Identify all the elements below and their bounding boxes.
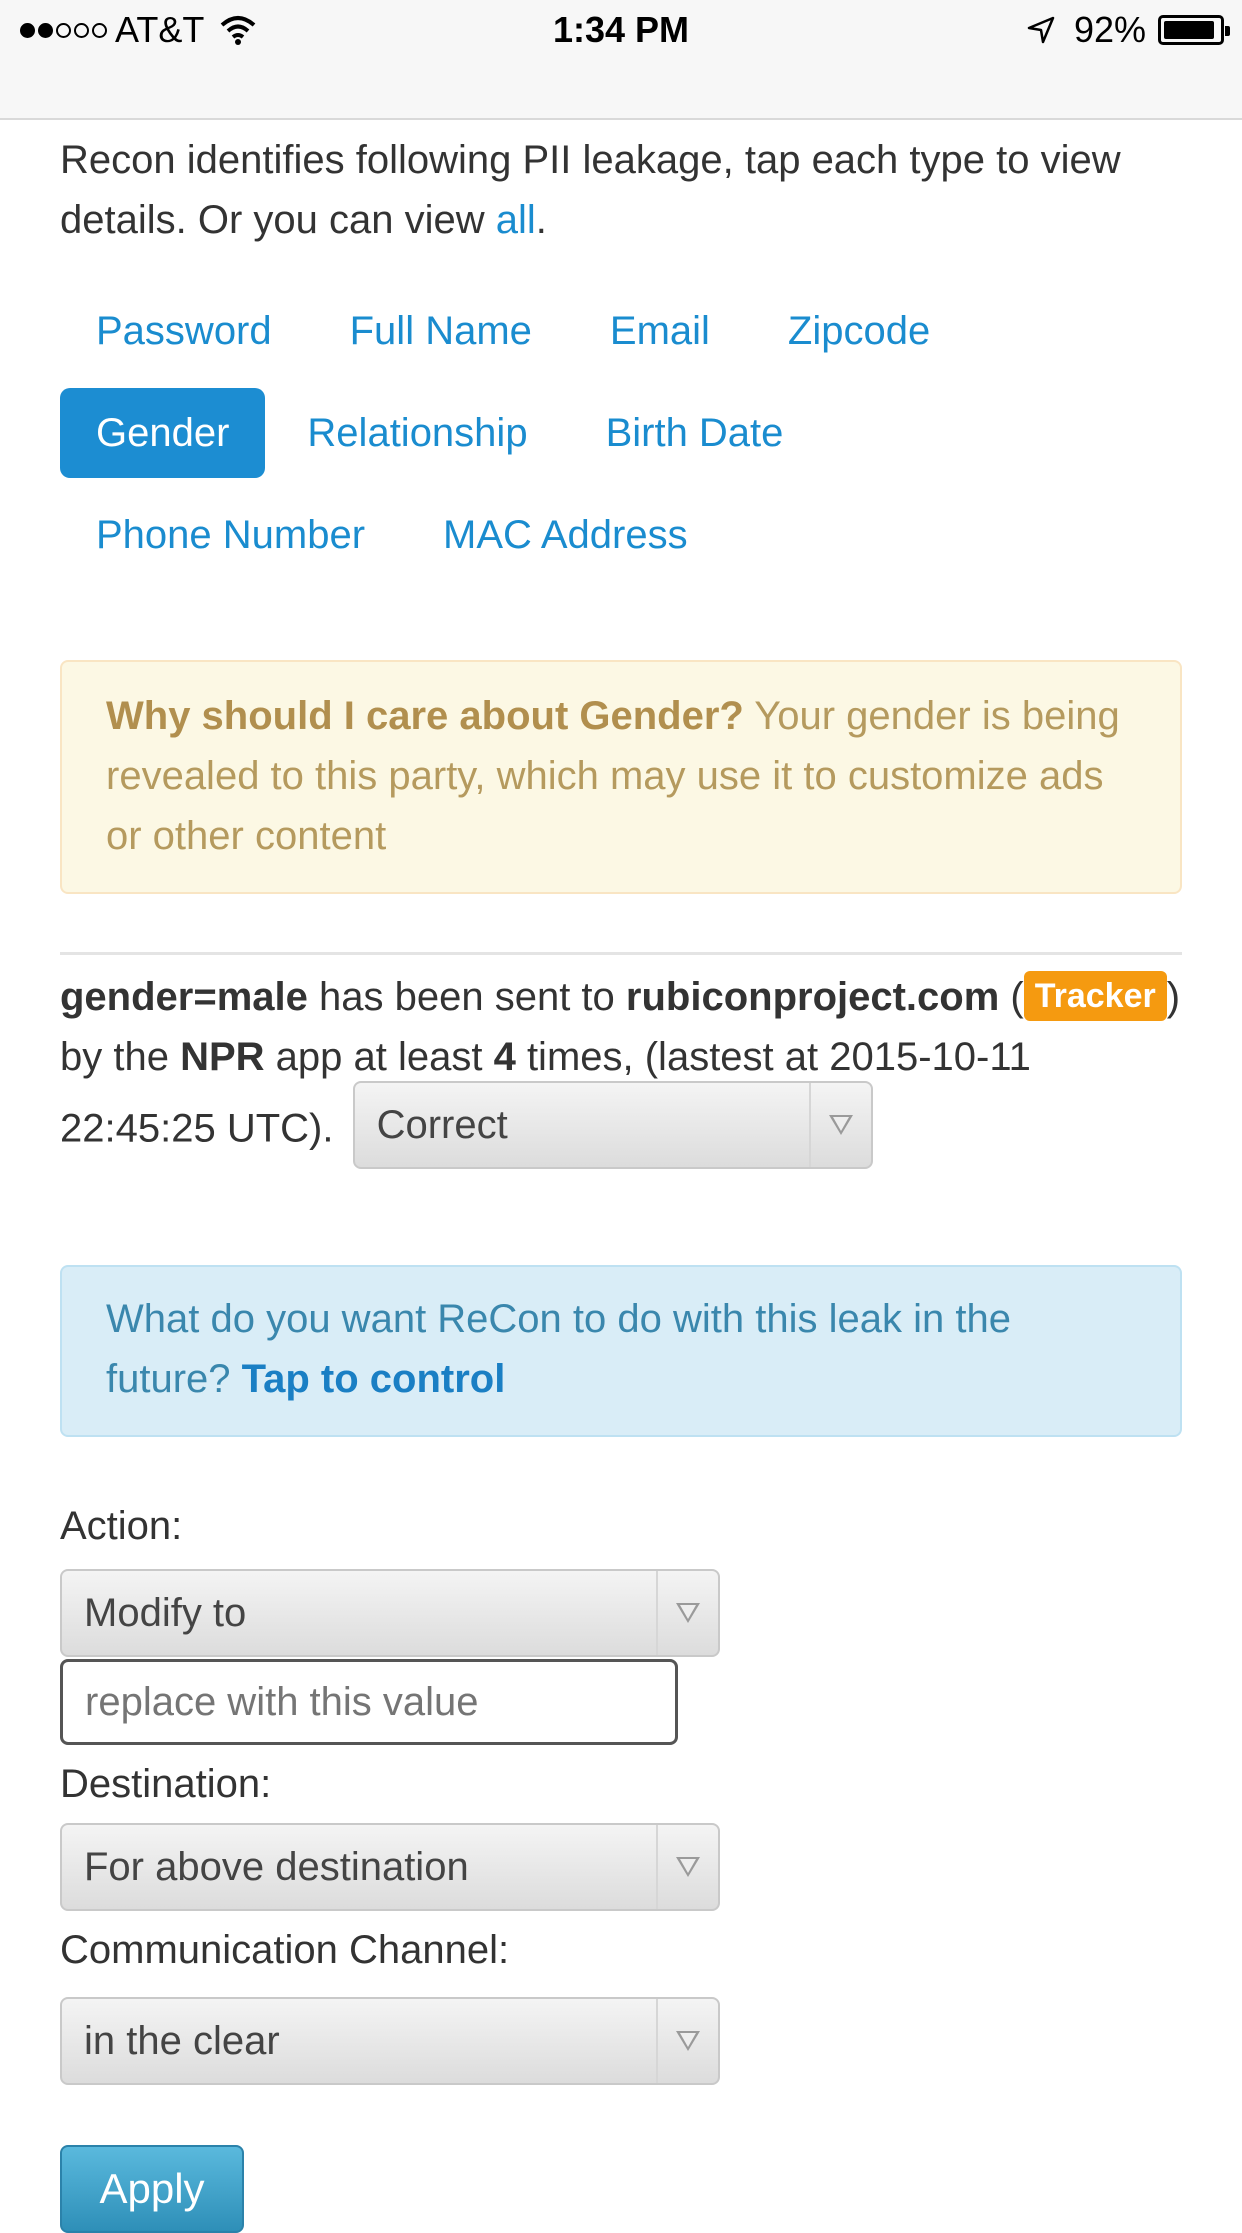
dropdown-arrow-icon: [676, 1857, 700, 1877]
pii-tab-email[interactable]: Email: [574, 286, 746, 376]
destination-select-value: For above destination: [84, 1845, 469, 1889]
intro-text: Recon identifies following PII leakage, …: [60, 130, 1182, 250]
pii-row: Password Full Name Email Zipcode: [60, 286, 1060, 376]
pii-tab-full-name[interactable]: Full Name: [314, 286, 568, 376]
destination-label: Destination:: [60, 1762, 272, 1806]
status-right: 92%: [1026, 8, 1230, 52]
channel-select[interactable]: in the clear: [60, 1997, 720, 2085]
battery-percent: 92%: [1073, 9, 1146, 50]
feedback-select[interactable]: Correct: [352, 1081, 873, 1169]
leak-text: (: [999, 975, 1024, 1019]
channel-select-value: in the clear: [84, 2019, 280, 2063]
dropdown-arrow-icon: [828, 1115, 853, 1135]
action-select-value: Modify to: [84, 1591, 247, 1635]
channel-label: Communication Channel:: [60, 1928, 510, 1972]
divider: [60, 952, 1182, 955]
leak-text: app at least: [264, 1035, 494, 1079]
destination-select-arrow: [656, 1825, 718, 1909]
battery-tip: [1225, 26, 1230, 36]
replace-value-input[interactable]: [60, 1659, 678, 1745]
status-bar: AT&T 1:34 PM 92%: [0, 0, 1242, 120]
apply-button[interactable]: Apply: [60, 2145, 244, 2233]
leak-count: 4: [493, 1035, 516, 1079]
dropdown-arrow-icon: [676, 1603, 700, 1623]
destination-select[interactable]: For above destination: [60, 1823, 720, 1911]
feedback-select-value: Correct: [376, 1103, 508, 1147]
pii-tab-password[interactable]: Password: [60, 286, 308, 376]
action-select[interactable]: Modify to: [60, 1569, 720, 1657]
dropdown-arrow-icon: [676, 2031, 700, 2051]
leak-app: NPR: [180, 1035, 265, 1079]
pii-tab-phone-number[interactable]: Phone Number: [60, 490, 401, 580]
pii-tab-birth-date[interactable]: Birth Date: [570, 388, 820, 478]
pii-row: Gender Relationship Birth Date: [60, 388, 1060, 478]
pii-tab-gender[interactable]: Gender: [60, 388, 266, 478]
pii-tab-zipcode[interactable]: Zipcode: [752, 286, 966, 376]
tracker-badge: Tracker: [1023, 971, 1167, 1022]
view-all-link[interactable]: all: [496, 198, 536, 242]
battery-icon: [1158, 15, 1230, 45]
feedback-select-arrow: [808, 1083, 871, 1167]
leak-domain: rubiconproject.com: [625, 975, 1000, 1019]
pii-type-nav: Password Full Name Email Zipcode Gender Rela…: [60, 286, 1060, 580]
action-label: Action:: [60, 1504, 183, 1548]
location-arrow-icon: [1027, 16, 1055, 44]
leak-description: gender=male has been sent to rubiconproj…: [60, 967, 1182, 1175]
leak-key-value: gender=male: [60, 975, 308, 1019]
pii-tab-mac-address[interactable]: MAC Address: [407, 490, 724, 580]
why-care-alert: Why should I care about Gender? Your gen…: [60, 660, 1182, 894]
action-select-arrow: [656, 1571, 718, 1655]
battery-fill: [1164, 21, 1214, 39]
intro-suffix: .: [535, 198, 547, 242]
channel-select-arrow: [656, 1999, 718, 2083]
tap-to-control-link[interactable]: Tap to control: [242, 1357, 506, 1401]
control-alert: What do you want ReCon to do with this l…: [60, 1265, 1182, 1437]
leak-text: has been sent to: [307, 975, 626, 1019]
intro-body: Recon identifies following PII leakage, …: [60, 138, 1121, 242]
pii-tab-relationship[interactable]: Relationship: [271, 388, 563, 478]
why-care-title: Why should I care about Gender?: [106, 694, 744, 738]
main-content: Recon identifies following PII leakage, …: [60, 120, 1182, 2233]
pii-row: Phone Number MAC Address: [60, 490, 1060, 580]
